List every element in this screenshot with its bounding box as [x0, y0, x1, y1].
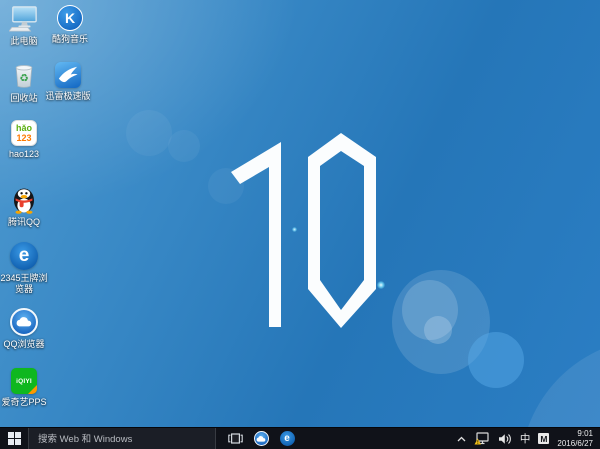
desktop-icon-iqiyi-pps[interactable]: iQIYI 爱奇艺PPS — [0, 368, 48, 408]
desktop-icon-hao123[interactable]: hǎo 123 hao123 — [0, 120, 48, 160]
qq-browser-icon — [10, 308, 38, 336]
xunlei-bird-icon — [55, 62, 81, 88]
bokeh-circle — [520, 338, 600, 427]
tray-ime-language-mode[interactable]: 中 — [516, 428, 535, 449]
taskbar: e — [0, 427, 600, 449]
desktop-icon-label: 此电脑 — [10, 36, 37, 47]
bokeh-circle — [392, 270, 490, 374]
iqiyi-icon: iQIYI — [11, 368, 37, 394]
taskbar-app-qq-browser[interactable] — [248, 428, 274, 449]
start-button[interactable] — [0, 428, 28, 449]
clock-time: 9:01 — [577, 429, 593, 439]
ime-chinese-indicator: 中 — [520, 431, 531, 446]
desktop-icon-label: 爱奇艺PPS — [1, 397, 46, 408]
qq-penguin-icon — [10, 184, 38, 214]
kugou-music-icon: K — [57, 5, 83, 31]
2345-browser-taskbar-icon: e — [280, 431, 295, 446]
windows-logo-icon — [8, 432, 21, 445]
chevron-up-icon — [457, 436, 466, 442]
hao123-icon: hǎo 123 — [11, 120, 37, 146]
taskbar-app-2345-browser[interactable]: e — [274, 428, 300, 449]
windows-desktop-screen: 此电脑 K 酷狗音乐 ♻ 回收站 — [0, 0, 600, 449]
desktop-icon-label: 腾讯QQ — [8, 217, 40, 228]
2345-browser-icon: e — [10, 242, 38, 270]
bokeh-circle — [468, 332, 524, 388]
desktop-icon-label: 迅雷极速版 — [45, 91, 90, 102]
ime-badge: M — [538, 433, 549, 444]
tray-network-status[interactable] — [470, 428, 494, 449]
recycle-bin-icon: ♻ — [10, 62, 38, 90]
desktop-icon-label: 回收站 — [10, 93, 37, 104]
tray-ime-method[interactable]: M — [534, 428, 553, 449]
desktop-icon-recycle-bin[interactable]: ♻ 回收站 — [0, 62, 48, 104]
desktop-icon-label: hao123 — [9, 149, 39, 160]
taskbar-empty-area — [300, 428, 453, 449]
hao123-text-top: hǎo — [16, 123, 32, 133]
iqiyi-wordmark: iQIYI — [16, 378, 32, 385]
recycle-glyph: ♻ — [19, 74, 28, 85]
iqiyi-orange-corner — [28, 385, 37, 394]
clock-date: 2016/6/27 — [557, 439, 593, 449]
bokeh-circle — [424, 316, 452, 344]
bokeh-circle — [168, 130, 200, 162]
tray-volume[interactable] — [494, 428, 516, 449]
tray-show-hidden-icons[interactable] — [453, 428, 470, 449]
taskbar-clock[interactable]: 9:01 2016/6/27 — [553, 429, 600, 448]
desktop-icon-label: QQ浏览器 — [3, 339, 44, 350]
desktop-icon-this-pc[interactable]: 此电脑 — [0, 5, 48, 47]
desktop-icon-kugou-music[interactable]: K 酷狗音乐 — [46, 5, 94, 45]
desktop-icon-label: 2345王牌浏览器 — [0, 273, 48, 295]
desktop-icon-qq-browser[interactable]: QQ浏览器 — [0, 308, 48, 350]
system-tray: 中 M 9:01 2016/6/27 — [453, 428, 600, 449]
speaker-icon — [498, 433, 512, 445]
windows-10-logo — [224, 130, 384, 335]
desktop-wallpaper: 此电脑 K 酷狗音乐 ♻ 回收站 — [0, 0, 600, 427]
hao123-text-bottom: 123 — [16, 133, 31, 143]
desktop-icon-label: 酷狗音乐 — [52, 34, 88, 45]
task-view-icon — [228, 433, 243, 444]
bokeh-circle — [402, 280, 458, 340]
task-view-button[interactable] — [222, 428, 248, 449]
bokeh-circle — [126, 110, 172, 156]
desktop-icon-tencent-qq[interactable]: 腾讯QQ — [0, 184, 48, 228]
network-warning-icon — [474, 432, 490, 445]
qq-browser-taskbar-icon — [254, 431, 269, 446]
desktop-icon-xunlei[interactable]: 迅雷极速版 — [44, 62, 92, 102]
taskbar-search-input[interactable] — [28, 428, 216, 449]
desktop-icon-2345-browser[interactable]: e 2345王牌浏览器 — [0, 242, 48, 295]
this-pc-icon — [9, 5, 39, 33]
